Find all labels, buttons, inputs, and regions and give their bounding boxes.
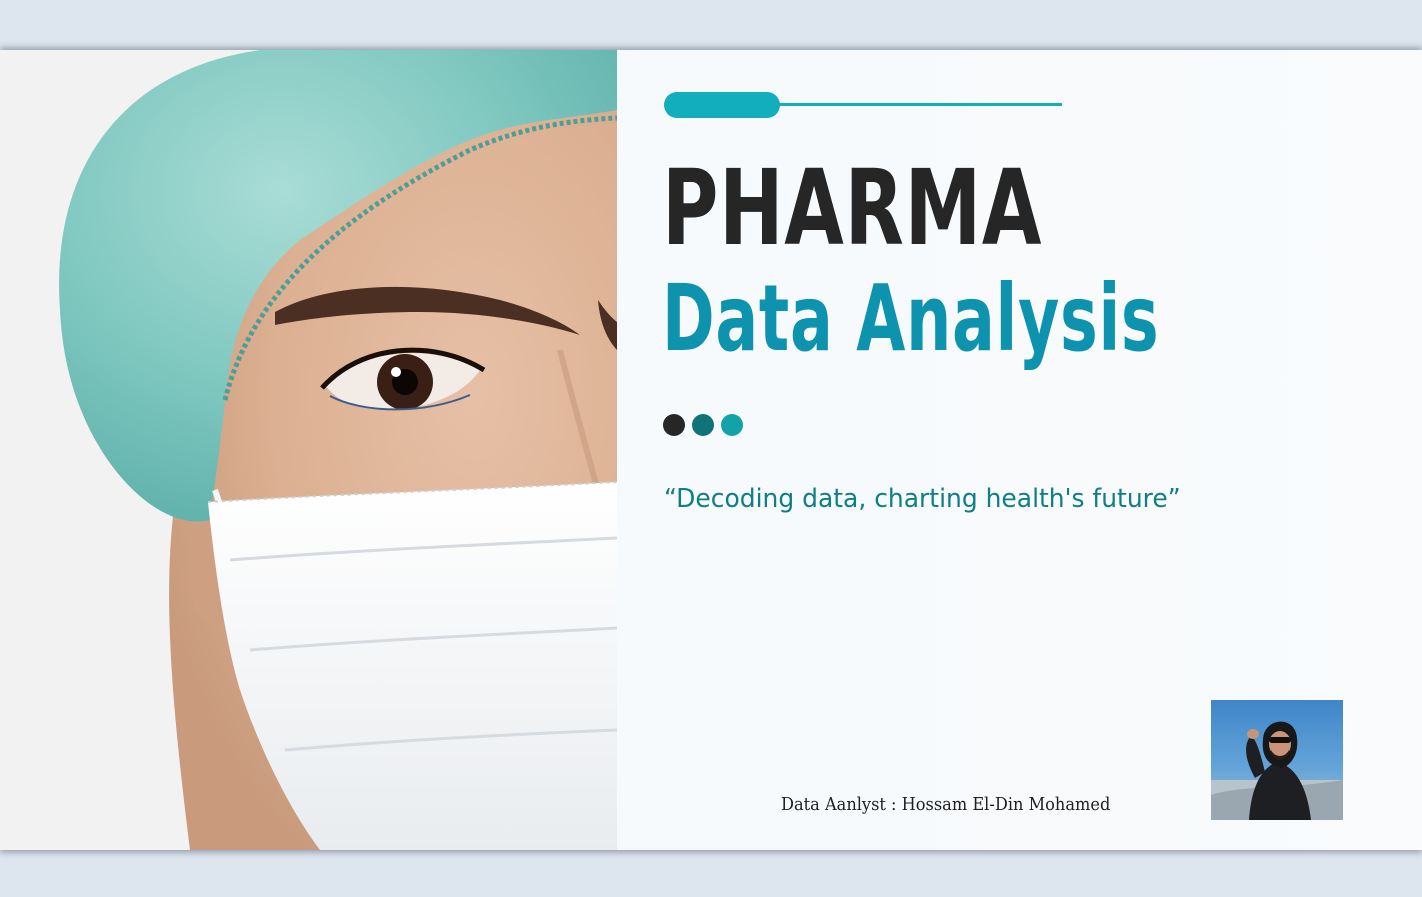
title-pharma: PHARMA xyxy=(662,147,1043,269)
healthcare-worker-illustration xyxy=(0,50,617,850)
dot-3 xyxy=(721,414,743,436)
author-portrait xyxy=(1211,721,1343,820)
author-label: Data Aanlyst : Hossam El-Din Mohamed xyxy=(781,794,1111,815)
tagline: “Decoding data, charting health's future… xyxy=(664,484,1181,514)
page-background: PHARMA Data Analysis “Decoding data, cha… xyxy=(0,0,1422,897)
accent-line xyxy=(770,103,1062,106)
dot-2 xyxy=(692,414,714,436)
title-data-analysis: Data Analysis xyxy=(662,265,1160,372)
accent-pill xyxy=(664,92,780,118)
dot-1 xyxy=(663,414,685,436)
decorative-dots xyxy=(663,414,743,436)
author-avatar xyxy=(1211,700,1343,820)
cover-slide: PHARMA Data Analysis “Decoding data, cha… xyxy=(0,50,1422,850)
hero-photo xyxy=(0,50,617,850)
